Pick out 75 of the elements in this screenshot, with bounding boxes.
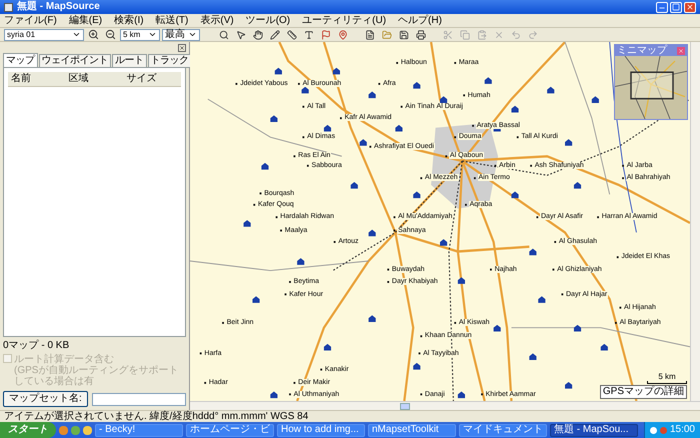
maximize-icon <box>672 3 680 11</box>
menu-item[interactable]: ユーティリティ(U) <box>302 16 386 26</box>
zoom-in-button[interactable] <box>86 28 101 41</box>
taskbar-button[interactable]: ホームページ・ビ <box>186 424 274 436</box>
route-option-note: (GPSが自動ルーティングをサポートしている場合は有 <box>14 365 180 387</box>
taskbar-button[interactable]: 無題 - MapSou... <box>550 424 638 436</box>
close-icon <box>678 48 684 54</box>
column-header[interactable]: 区域 <box>66 72 124 86</box>
map-detail-button[interactable]: GPSマップの詳細 <box>600 385 687 399</box>
panel-tab[interactable]: トラック <box>148 54 192 68</box>
menu-item[interactable]: ファイル(F) <box>4 16 57 26</box>
vertical-scrollbar[interactable] <box>690 42 700 401</box>
mapset-name-field[interactable] <box>92 392 186 406</box>
draw-tool-icon <box>270 30 280 40</box>
detail-dropdown[interactable]: 最高 <box>162 28 200 40</box>
measure-tool-icon <box>286 30 296 40</box>
find-icon <box>218 30 228 40</box>
close-icon <box>686 3 694 11</box>
app-icon <box>4 2 13 12</box>
undo-icon <box>510 30 520 40</box>
menu-item[interactable]: ツール(O) <box>246 16 290 26</box>
zoom-in-icon <box>88 29 99 40</box>
start-button[interactable]: スタート <box>0 422 56 438</box>
zoom-out-icon <box>105 29 116 40</box>
panel-tab[interactable]: マップ <box>3 53 38 68</box>
dropdown-icon <box>148 30 157 39</box>
zoom-dropdown[interactable]: 5 km <box>120 28 160 40</box>
minimize-button[interactable] <box>656 2 668 12</box>
panel-tab[interactable]: ルート <box>112 54 146 68</box>
maximize-button[interactable] <box>670 2 682 12</box>
select-tool-icon <box>236 30 246 40</box>
scale-label: 5 km <box>658 373 676 381</box>
dropdown-icon <box>72 30 81 39</box>
horizontal-scrollbar[interactable] <box>190 401 700 410</box>
waypoint-tool-icon <box>320 30 330 40</box>
route-option-label: ルート計算データ含む <box>14 354 115 365</box>
taskbar-button[interactable]: - Becky! <box>95 424 183 436</box>
map-summary: 0マップ - 0 KB <box>3 341 70 351</box>
delete-icon <box>494 30 504 40</box>
copy-icon <box>460 30 470 40</box>
menu-item[interactable]: ヘルプ(H) <box>398 16 442 26</box>
close-button[interactable] <box>677 46 685 54</box>
clock: 15:00 <box>670 425 695 435</box>
taskbar-button[interactable]: How to add img... <box>277 424 365 436</box>
status-text: アイテムが選択されていません. 緯度/経度hddd° mm.mmm' WGS 84 <box>4 412 308 422</box>
taskbar-button[interactable]: マイドキュメント <box>459 424 547 436</box>
panel-tab[interactable]: ウェイポイント <box>38 54 111 68</box>
menu-item[interactable]: 検索(I) <box>114 16 144 26</box>
label-tool-icon <box>304 30 314 40</box>
scroll-thumb[interactable] <box>400 402 410 410</box>
pan-tool-icon <box>252 30 262 40</box>
open-icon <box>382 30 392 40</box>
menu-item[interactable]: 転送(T) <box>156 16 188 26</box>
window-title: 無題 - MapSource <box>17 2 100 12</box>
column-header[interactable]: サイズ <box>123 72 182 86</box>
pin-tool-icon <box>338 30 348 40</box>
taskbar-button[interactable]: nMapsetToolkit <box>368 424 456 436</box>
scale-bar <box>647 381 687 384</box>
menu-item[interactable]: 編集(E) <box>68 16 102 26</box>
zoom-out-button[interactable] <box>103 28 118 41</box>
redo-icon <box>528 30 538 40</box>
print-icon <box>416 30 426 40</box>
save-icon <box>398 30 408 40</box>
column-header[interactable]: 名前 <box>8 72 66 86</box>
minimap-drawing <box>615 56 687 119</box>
map-product-dropdown[interactable]: syria 01 <box>4 28 84 40</box>
minimap-title: ミニマップ <box>617 46 668 56</box>
new-icon <box>364 30 374 40</box>
menu-item[interactable]: 表示(V) <box>200 16 234 26</box>
close-icon[interactable] <box>178 44 186 52</box>
paste-icon <box>476 30 486 40</box>
dropdown-icon <box>188 30 197 39</box>
close-button[interactable] <box>684 2 696 12</box>
cut-icon <box>442 30 452 40</box>
mapset-name-button[interactable]: マップセット名: <box>3 391 88 407</box>
